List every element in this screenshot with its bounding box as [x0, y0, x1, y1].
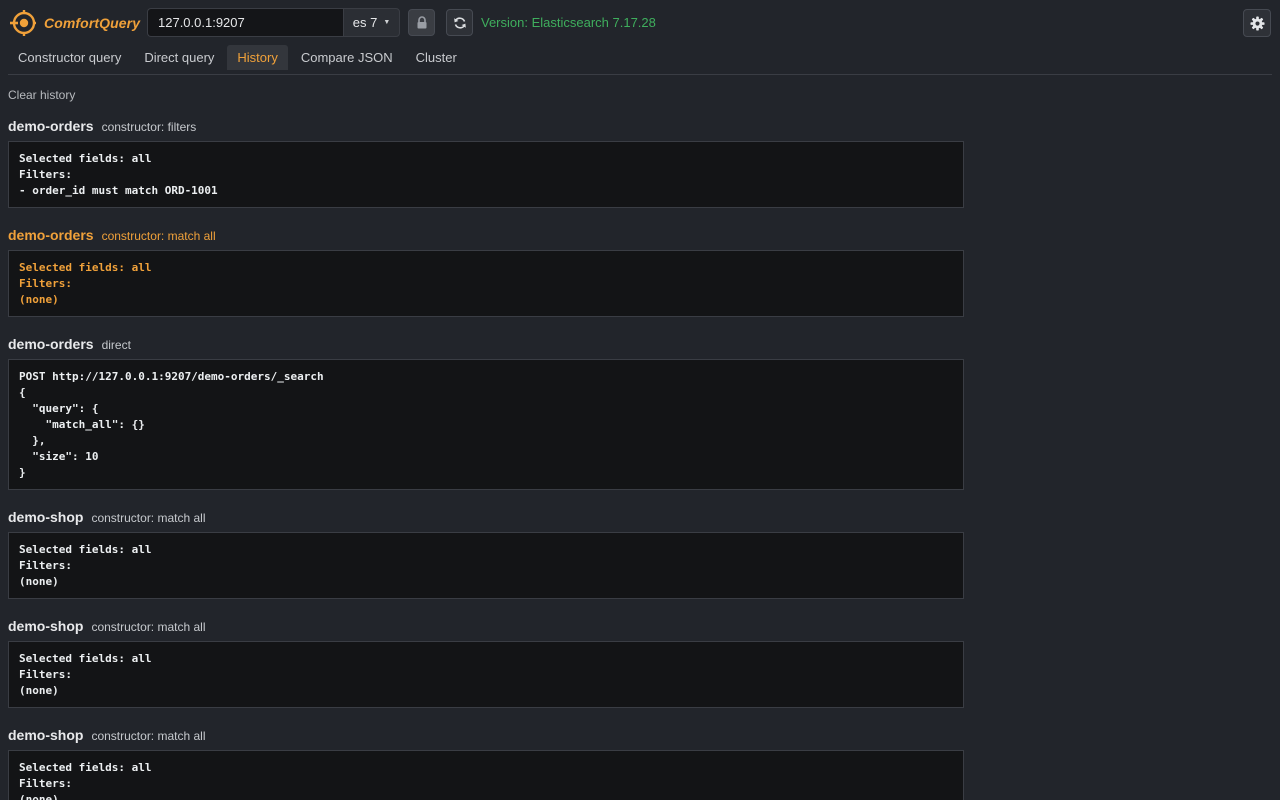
lock-icon: [417, 16, 426, 29]
refresh-icon: [453, 16, 466, 29]
history-entry: demo-orders direct POST http://127.0.0.1…: [8, 336, 964, 490]
tab-direct-query[interactable]: Direct query: [134, 45, 224, 70]
brand[interactable]: ComfortQuery: [9, 9, 140, 37]
history-entry-index: demo-shop: [8, 618, 84, 634]
history-entry: demo-shop constructor: match all Selecte…: [8, 618, 964, 708]
es-version-value: es 7: [352, 15, 378, 30]
es-version-select[interactable]: es 7 ▼: [343, 8, 400, 37]
caret-down-icon: ▼: [383, 19, 391, 26]
top-bar: ComfortQuery es 7 ▼ Version: Elasticsear…: [0, 0, 1280, 44]
tab-compare-json[interactable]: Compare JSON: [291, 45, 403, 70]
history-entry: demo-shop constructor: match all Selecte…: [8, 509, 964, 599]
app-name: ComfortQuery: [44, 15, 141, 31]
lock-button[interactable]: [408, 9, 435, 36]
history-entry-index: demo-orders: [8, 118, 94, 134]
history-entry-index: demo-orders: [8, 336, 94, 352]
history-entry-body[interactable]: Selected fields: all Filters: - order_id…: [8, 141, 964, 208]
history-entry-type: direct: [101, 338, 131, 352]
app-window: ComfortQuery es 7 ▼ Version: Elasticsear…: [0, 0, 1280, 800]
history-entry-index: demo-orders: [8, 227, 94, 243]
tab-history[interactable]: History: [227, 45, 288, 70]
history-entry-body[interactable]: Selected fields: all Filters: (none): [8, 250, 964, 317]
history-entry-header[interactable]: demo-shop constructor: match all: [8, 509, 964, 531]
history-entry-header[interactable]: demo-orders constructor: filters: [8, 118, 964, 140]
history-entry: demo-orders constructor: filters Selecte…: [8, 118, 964, 208]
history-list: demo-orders constructor: filters Selecte…: [8, 118, 964, 800]
history-entry: demo-orders constructor: match all Selec…: [8, 227, 964, 317]
history-entry-type: constructor: match all: [101, 229, 216, 243]
history-entry-type: constructor: match all: [91, 511, 206, 525]
main-tabs: Constructor query Direct query History C…: [8, 45, 470, 70]
settings-button[interactable]: [1243, 9, 1271, 37]
history-entry-body[interactable]: Selected fields: all Filters: (none): [8, 641, 964, 708]
tab-cluster[interactable]: Cluster: [406, 45, 467, 70]
tabs-divider: [8, 74, 1272, 75]
history-entry-body[interactable]: Selected fields: all Filters: (none): [8, 750, 964, 800]
history-entry-type: constructor: filters: [101, 120, 197, 134]
host-input[interactable]: [147, 8, 343, 37]
tab-constructor-query[interactable]: Constructor query: [8, 45, 131, 70]
clear-history-button[interactable]: Clear history: [8, 88, 75, 102]
history-entry-index: demo-shop: [8, 727, 84, 743]
target-logo-icon: [10, 10, 36, 36]
history-entry-header[interactable]: demo-orders direct: [8, 336, 964, 358]
history-entry-body[interactable]: Selected fields: all Filters: (none): [8, 532, 964, 599]
history-entry-header[interactable]: demo-orders constructor: match all: [8, 227, 964, 249]
history-entry-type: constructor: match all: [91, 620, 206, 634]
refresh-button[interactable]: [446, 9, 473, 36]
version-label: Version: Elasticsearch 7.17.28: [481, 15, 656, 30]
gear-icon: [1249, 15, 1265, 31]
history-entry-header[interactable]: demo-shop constructor: match all: [8, 618, 964, 640]
history-entry-header[interactable]: demo-shop constructor: match all: [8, 727, 964, 749]
history-entry-index: demo-shop: [8, 509, 84, 525]
history-entry-type: constructor: match all: [91, 729, 206, 743]
history-entry: demo-shop constructor: match all Selecte…: [8, 727, 964, 800]
history-entry-body[interactable]: POST http://127.0.0.1:9207/demo-orders/_…: [8, 359, 964, 490]
